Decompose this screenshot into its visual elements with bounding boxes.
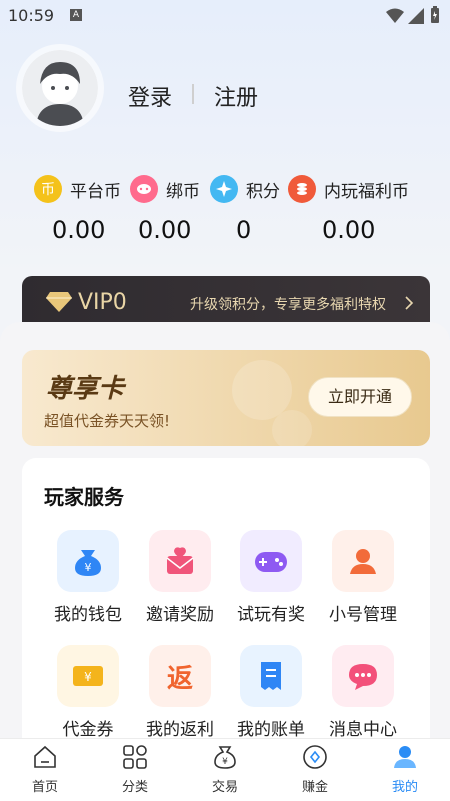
balance-label: 绑币 [166,181,200,202]
service-subaccount[interactable]: 小号管理 [318,530,408,625]
service-wallet[interactable]: ¥ 我的钱包 [43,530,133,625]
nav-home[interactable]: 首页 [0,744,90,795]
vip-description: 升级领积分，专享更多福利特权 [190,297,386,313]
nav-earn[interactable]: 赚金 [270,744,360,795]
balance-platform-coin[interactable]: 币 平台币 [34,172,121,206]
vip-level: VIP0 [78,290,127,315]
balance-bind-coin[interactable]: 绑币 [130,172,200,206]
wallet-icon: ¥ [57,530,119,592]
service-messages[interactable]: 消息中心 [318,645,408,740]
bill-icon [240,645,302,707]
nav-trade[interactable]: ¥ 交易 [180,744,270,795]
activate-button[interactable]: 立即开通 [308,377,412,417]
svg-text:¥: ¥ [84,670,92,684]
wifi-icon [386,8,404,23]
notification-icon: A [70,9,82,21]
status-time: 10:59 [8,6,55,25]
service-trial[interactable]: 试玩有奖 [226,530,316,625]
balance-label: 积分 [246,181,280,202]
points-icon [210,175,238,203]
service-label: 消息中心 [329,720,397,740]
home-icon [34,745,56,768]
service-label: 我的钱包 [54,605,122,625]
user-icon [332,530,394,592]
invite-icon [149,530,211,592]
service-label: 我的返利 [146,720,214,740]
diamond-icon [46,292,72,312]
balance-value: 0.00 [52,216,106,244]
avatar-icon [22,50,98,126]
divider [192,84,194,104]
nav-label: 交易 [211,780,238,795]
bind-coin-icon [130,175,158,203]
service-invite[interactable]: 邀请奖励 [135,530,225,625]
signal-icon [408,8,424,24]
register-link[interactable]: 注册 [214,80,258,112]
nav-profile[interactable]: 我的 [360,744,450,795]
premium-card-title: 尊享卡 [46,374,125,404]
balance-welfare-coin[interactable]: 内玩福利币 [288,172,409,206]
message-icon [332,645,394,707]
earn-icon [303,745,327,769]
balance-label: 平台币 [70,181,121,202]
status-bar: 10:59 A [0,0,450,32]
service-voucher[interactable]: ¥ 代金券 [43,645,133,740]
service-label: 代金券 [62,720,114,740]
balance-points[interactable]: 积分 [210,172,280,206]
category-icon [123,745,147,769]
service-label: 我的账单 [237,720,305,740]
voucher-icon: ¥ [57,645,119,707]
balance-value: 0.00 [138,216,192,244]
rebate-icon: 返 [149,645,211,707]
avatar[interactable] [22,50,98,126]
service-label: 邀请奖励 [146,605,214,625]
chevron-right-icon [405,296,414,310]
nav-label: 我的 [391,780,418,795]
profile-icon [394,746,416,768]
balance-label: 内玩福利币 [324,181,409,202]
trade-icon: ¥ [214,746,236,769]
nav-label: 首页 [31,780,58,795]
balance-value: 0.00 [322,216,376,244]
gamepad-icon [240,530,302,592]
welfare-coin-icon [288,175,316,203]
nav-category[interactable]: 分类 [90,744,180,795]
section-title: 玩家服务 [44,485,124,509]
nav-label: 赚金 [301,780,328,795]
login-link[interactable]: 登录 [128,80,172,112]
battery-icon [431,6,439,23]
nav-label: 分类 [121,780,148,795]
svg-text:¥: ¥ [85,561,92,574]
service-rebate[interactable]: 返 我的返利 [135,645,225,740]
balance-value: 0 [236,216,252,244]
service-label: 小号管理 [329,605,397,625]
service-label: 试玩有奖 [237,605,305,625]
premium-card-subtitle: 超值代金券天天领! [44,412,171,430]
service-bill[interactable]: 我的账单 [226,645,316,740]
coin-icon: 币 [34,175,62,203]
svg-text:¥: ¥ [222,757,228,767]
